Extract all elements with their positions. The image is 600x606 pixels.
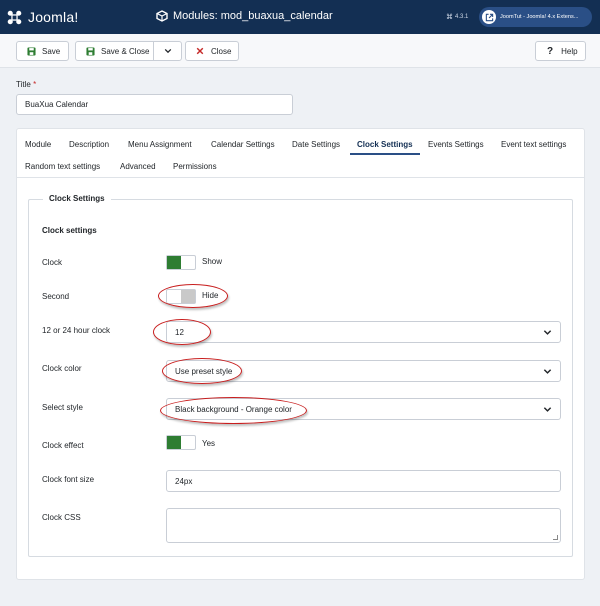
toggle-knob (181, 290, 195, 303)
second-toggle[interactable] (166, 289, 196, 304)
clock-color-select[interactable]: Use preset style (166, 360, 561, 382)
save-button[interactable]: Save (16, 41, 69, 61)
title-input[interactable]: BuaXua Calendar (16, 94, 293, 115)
page-title-text: Modules: mod_buaxua_calendar (173, 10, 333, 22)
clock-color-label: Clock color (42, 364, 82, 373)
help-label: Help (561, 46, 578, 56)
save-close-label: Save & Close (101, 46, 150, 56)
chevron-down-icon (543, 407, 552, 412)
second-toggle-state: Hide (202, 291, 219, 300)
save-label: Save (42, 46, 61, 56)
clock-color-value: Use preset style (175, 367, 233, 376)
fieldset-legend: Clock Settings (43, 194, 111, 203)
tab-clock-settings[interactable]: Clock Settings (357, 140, 413, 149)
clock-css-textarea[interactable] (166, 508, 561, 543)
close-button[interactable]: Close (185, 41, 239, 61)
toggle-knob (167, 436, 181, 449)
chevron-down-icon (543, 330, 552, 335)
joomla-version-icon: ⌘ (446, 14, 453, 21)
question-mark-icon: ? (547, 45, 554, 57)
joomla-logo-icon (6, 9, 23, 26)
tab-module[interactable]: Module (25, 140, 51, 149)
clock-label: Clock (42, 258, 63, 267)
floppy-disk-icon (85, 46, 95, 56)
close-icon (195, 46, 205, 56)
external-link-icon (482, 10, 496, 24)
tab-random-text-settings[interactable]: Random text settings (25, 162, 100, 171)
clock-toggle[interactable] (166, 255, 196, 270)
clock-toggle-state: Show (202, 257, 223, 266)
tab-date-settings[interactable]: Date Settings (292, 140, 340, 149)
joomla-logo[interactable]: Joomla! (6, 8, 78, 26)
site-link-text: JoomTut - Joomla! 4.x Extens... (500, 14, 579, 20)
clock-css-label: Clock CSS (42, 513, 81, 522)
hour-format-label: 12 or 24 hour clock (42, 326, 111, 335)
site-link-button[interactable]: JoomTut - Joomla! 4.x Extens... (479, 7, 592, 27)
logo-text: Joomla! (28, 9, 79, 25)
active-tab-indicator (350, 153, 420, 155)
tab-calendar-settings[interactable]: Calendar Settings (211, 140, 275, 149)
clock-effect-state: Yes (202, 439, 216, 448)
title-label: Title * (16, 80, 36, 89)
page-title: Modules: mod_buaxua_calendar (156, 10, 333, 22)
chevron-down-icon (543, 369, 552, 374)
module-settings-panel: Module Description Menu Assignment Calen… (16, 128, 585, 580)
close-label: Close (211, 46, 232, 56)
tab-permissions[interactable]: Permissions (173, 162, 217, 171)
hour-format-select[interactable]: 12 (166, 321, 561, 343)
chevron-down-icon (164, 48, 171, 54)
toggle-knob (167, 256, 181, 269)
tab-event-text-settings[interactable]: Event text settings (501, 140, 566, 149)
version-indicator: ⌘ 4.3.1 (446, 13, 468, 21)
floppy-disk-icon (26, 46, 36, 56)
tab-bar: Module Description Menu Assignment Calen… (17, 129, 584, 178)
font-size-input[interactable]: 24px (166, 470, 561, 492)
save-options-dropdown[interactable] (153, 42, 181, 60)
required-mark: * (33, 80, 37, 89)
font-size-label: Clock font size (42, 475, 95, 484)
tab-advanced[interactable]: Advanced (120, 162, 156, 171)
cube-icon (156, 10, 168, 22)
tab-menu-assignment[interactable]: Menu Assignment (128, 140, 192, 149)
top-header: Joomla! Modules: mod_buaxua_calendar ⌘ 4… (0, 0, 600, 34)
second-label: Second (42, 292, 70, 301)
clock-effect-label: Clock effect (42, 441, 84, 450)
help-button[interactable]: ? Help (535, 41, 586, 61)
hour-format-value: 12 (175, 328, 184, 337)
resize-handle-icon[interactable] (553, 535, 558, 540)
toolbar: Save Save & Close Close ? Help (0, 34, 600, 68)
section-heading: Clock settings (42, 226, 97, 235)
clock-effect-toggle[interactable] (166, 435, 196, 450)
tab-description[interactable]: Description (69, 140, 109, 149)
select-style-select[interactable]: Black background - Orange color (166, 398, 561, 420)
save-close-button[interactable]: Save & Close (75, 41, 182, 61)
select-style-label: Select style (42, 403, 83, 412)
title-label-text: Title (16, 80, 31, 89)
tab-events-settings[interactable]: Events Settings (428, 140, 484, 149)
select-style-value: Black background - Orange color (175, 405, 292, 414)
version-text: 4.3.1 (455, 14, 469, 20)
